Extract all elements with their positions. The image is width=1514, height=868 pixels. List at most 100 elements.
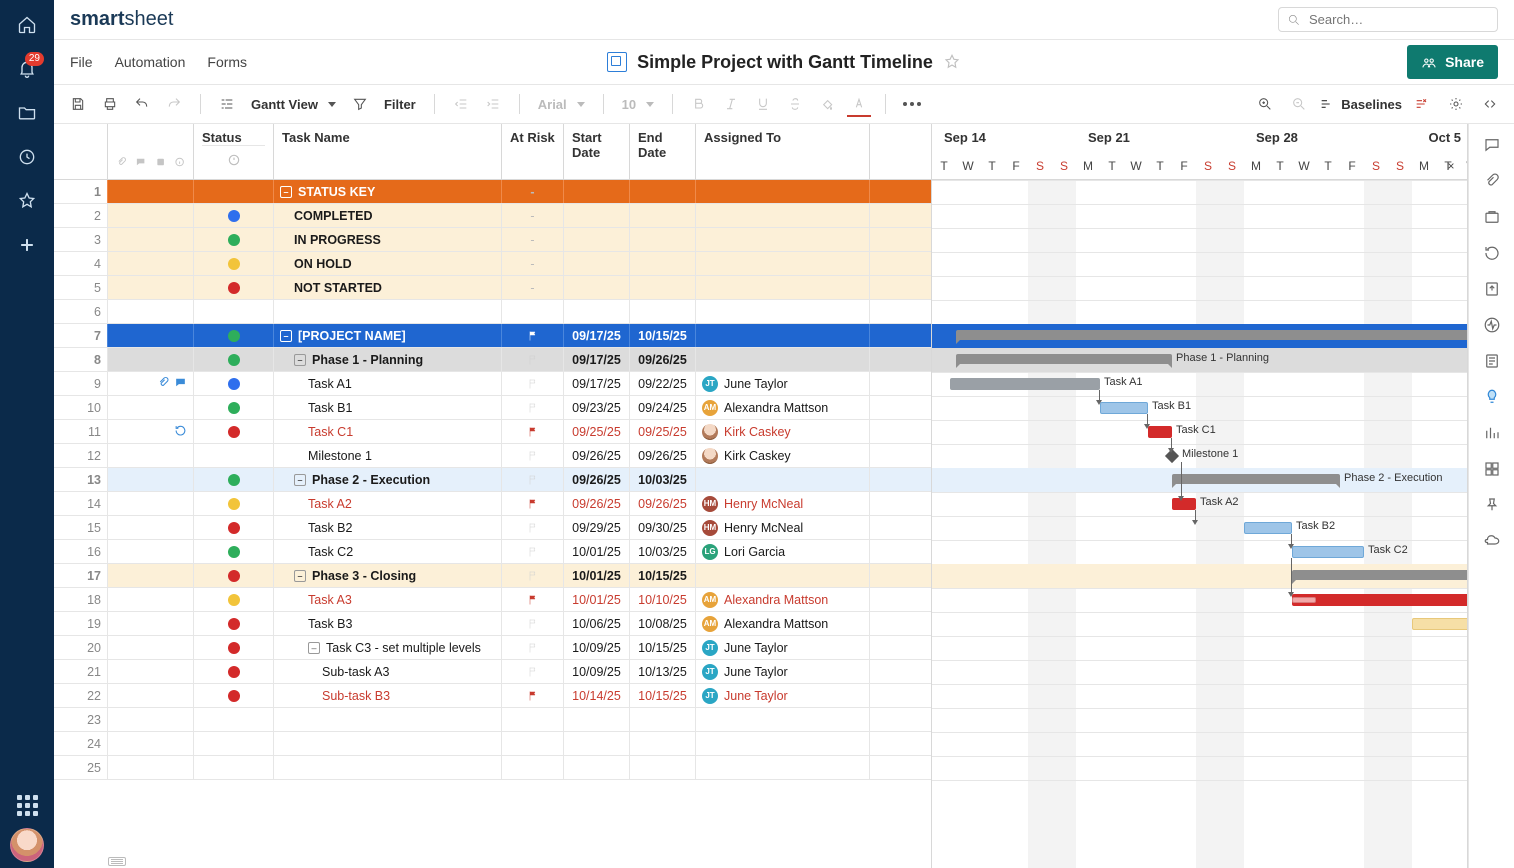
cell-assignee[interactable] [696, 732, 870, 755]
grid-row[interactable]: 25 [54, 756, 932, 780]
cell-status[interactable] [194, 612, 274, 635]
cell-end[interactable]: 09/26/25 [630, 348, 696, 371]
update-requests-icon[interactable] [1477, 238, 1507, 268]
cell-end[interactable] [630, 204, 696, 227]
cell-task[interactable] [274, 732, 502, 755]
grid-row[interactable]: 21Sub-task A310/09/2510/13/25JTJune Tayl… [54, 660, 932, 684]
hdr-end[interactable]: End Date [630, 124, 696, 179]
cell-risk[interactable] [502, 396, 564, 419]
cell-risk[interactable]: - [502, 276, 564, 299]
cell-start[interactable] [564, 252, 630, 275]
cell-start[interactable] [564, 276, 630, 299]
cell-risk[interactable]: - [502, 204, 564, 227]
cell-assignee[interactable] [696, 468, 870, 491]
cell-assignee[interactable]: Kirk Caskey [696, 444, 870, 467]
menu-forms[interactable]: Forms [207, 54, 247, 70]
cell-assignee[interactable]: AMAlexandra Mattson [696, 588, 870, 611]
row-number[interactable]: 7 [54, 324, 108, 347]
cell-assignee[interactable] [696, 228, 870, 251]
row-number[interactable]: 8 [54, 348, 108, 371]
row-number[interactable]: 20 [54, 636, 108, 659]
recent-icon[interactable] [8, 138, 46, 176]
cell-end[interactable]: 09/22/25 [630, 372, 696, 395]
cell-assignee[interactable]: AMAlexandra Mattson [696, 396, 870, 419]
cell-assignee[interactable] [696, 180, 870, 203]
cell-task[interactable]: –Task C3 - set multiple levels [274, 636, 502, 659]
cell-start[interactable]: 10/01/25 [564, 564, 630, 587]
cell-task[interactable]: Sub-task A3 [274, 660, 502, 683]
cell-start[interactable] [564, 180, 630, 203]
underline-icon[interactable] [749, 90, 777, 118]
cell-status[interactable] [194, 468, 274, 491]
cell-status[interactable] [194, 708, 274, 731]
row-number[interactable]: 3 [54, 228, 108, 251]
expander-icon[interactable]: – [280, 330, 292, 342]
cell-assignee[interactable]: AMAlexandra Mattson [696, 612, 870, 635]
row-number[interactable]: 24 [54, 732, 108, 755]
cell-status[interactable] [194, 348, 274, 371]
row-number[interactable]: 15 [54, 516, 108, 539]
menu-file[interactable]: File [70, 54, 93, 70]
cell-task[interactable]: ON HOLD [274, 252, 502, 275]
cell-status[interactable] [194, 756, 274, 779]
cell-start[interactable] [564, 204, 630, 227]
cell-status[interactable] [194, 228, 274, 251]
row-number[interactable]: 22 [54, 684, 108, 707]
cell-task[interactable]: NOT STARTED [274, 276, 502, 299]
redo-icon[interactable] [160, 90, 188, 118]
grid-row[interactable]: 9Task A109/17/2509/22/25JTJune Taylor [54, 372, 932, 396]
cell-risk[interactable] [502, 636, 564, 659]
cell-end[interactable]: 10/03/25 [630, 540, 696, 563]
gantt-bar[interactable] [1412, 618, 1467, 630]
cell-end[interactable] [630, 732, 696, 755]
cell-task[interactable]: Task C1 [274, 420, 502, 443]
gantt-summary[interactable] [956, 354, 1172, 364]
cell-risk[interactable] [502, 684, 564, 707]
cell-risk[interactable] [502, 612, 564, 635]
favorite-toggle[interactable] [943, 53, 961, 71]
grid-row[interactable]: 19Task B310/06/2510/08/25AMAlexandra Mat… [54, 612, 932, 636]
formatting-icon[interactable] [1477, 454, 1507, 484]
cell-status[interactable] [194, 660, 274, 683]
cell-risk[interactable] [502, 420, 564, 443]
row-number[interactable]: 11 [54, 420, 108, 443]
cell-start[interactable]: 09/23/25 [564, 396, 630, 419]
cell-task[interactable]: –[PROJECT NAME] [274, 324, 502, 347]
cell-task[interactable]: –Phase 1 - Planning [274, 348, 502, 371]
cell-risk[interactable] [502, 492, 564, 515]
cell-task[interactable]: Task A2 [274, 492, 502, 515]
cell-end[interactable] [630, 252, 696, 275]
cell-task[interactable]: Task A1 [274, 372, 502, 395]
cell-start[interactable] [564, 732, 630, 755]
row-number[interactable]: 4 [54, 252, 108, 275]
cell-assignee[interactable]: Kirk Caskey [696, 420, 870, 443]
hdr-assigned[interactable]: Assigned To [696, 124, 870, 179]
gantt-bar[interactable] [950, 378, 1100, 390]
undo-icon[interactable] [128, 90, 156, 118]
cell-risk[interactable]: - [502, 180, 564, 203]
cell-start[interactable]: 09/26/25 [564, 444, 630, 467]
cell-status[interactable] [194, 372, 274, 395]
view-picker[interactable]: Gantt View [245, 97, 342, 112]
cell-risk[interactable]: - [502, 252, 564, 275]
italic-icon[interactable] [717, 90, 745, 118]
cell-risk[interactable] [502, 468, 564, 491]
cell-start[interactable]: 10/14/25 [564, 684, 630, 707]
cell-status[interactable] [194, 492, 274, 515]
grid-row[interactable]: 8–Phase 1 - Planning09/17/2509/26/25 [54, 348, 932, 372]
hdr-task[interactable]: Task Name [274, 124, 502, 179]
save-icon[interactable] [64, 90, 92, 118]
cell-end[interactable]: 10/15/25 [630, 684, 696, 707]
bell-icon[interactable]: 29 [8, 50, 46, 88]
user-avatar[interactable] [10, 828, 44, 862]
cell-start[interactable] [564, 708, 630, 731]
cell-status[interactable] [194, 684, 274, 707]
cell-assignee[interactable] [696, 252, 870, 275]
cell-risk[interactable] [502, 300, 564, 323]
apps-icon[interactable] [8, 786, 46, 824]
cell-end[interactable]: 09/24/25 [630, 396, 696, 419]
grid-row[interactable]: 22Sub-task B310/14/2510/15/25JTJune Tayl… [54, 684, 932, 708]
grid-row[interactable]: 6 [54, 300, 932, 324]
cell-start[interactable]: 10/01/25 [564, 540, 630, 563]
print-icon[interactable] [96, 90, 124, 118]
